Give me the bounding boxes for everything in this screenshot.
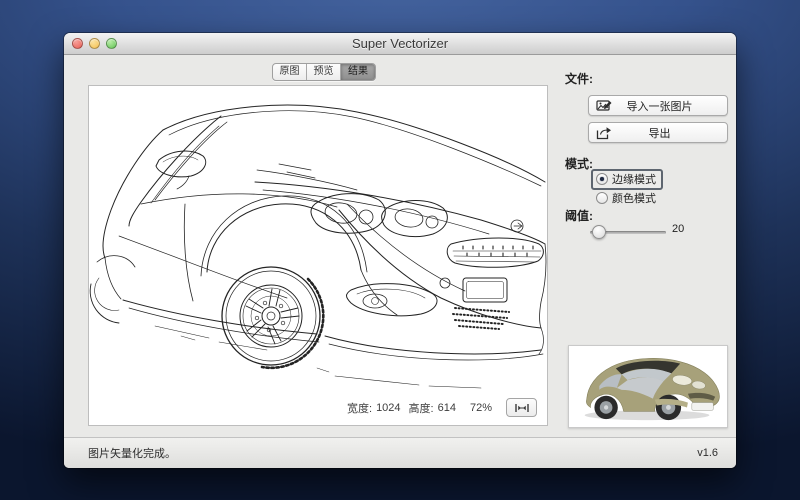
view-tabs: 原图 预览 结果: [272, 63, 376, 81]
slider-knob[interactable]: [592, 225, 606, 239]
threshold-value: 20: [672, 223, 684, 235]
status-message: 图片矢量化完成。: [88, 445, 176, 461]
height-label: 高度:: [409, 400, 434, 416]
status-bar: 图片矢量化完成。 v1.6: [64, 437, 736, 468]
radio-color-mode[interactable]: 颜色模式: [596, 190, 656, 206]
image-picture-icon: [596, 99, 614, 113]
app-window: Super Vectorizer 原图 预览 结果: [64, 33, 736, 468]
radio-edge-mode[interactable]: 边缘模式: [591, 169, 663, 190]
original-car-photo: [572, 349, 724, 424]
mode-section-label: 模式:: [565, 155, 593, 172]
export-button-label: 导出: [614, 125, 705, 141]
radio-selected-icon: [596, 173, 608, 185]
export-button[interactable]: 导出: [588, 122, 728, 143]
share-export-icon: [596, 126, 614, 140]
image-info: 宽度: 1024 高度: 614 72%: [347, 398, 537, 417]
edge-mode-label: 边缘模式: [612, 171, 656, 187]
app-version: v1.6: [697, 447, 718, 459]
width-label: 宽度:: [347, 400, 372, 416]
threshold-slider[interactable]: [590, 225, 666, 239]
file-section-label: 文件:: [565, 70, 593, 87]
radio-unselected-icon: [596, 192, 608, 204]
zoom-level: 72%: [470, 402, 492, 414]
vectorized-car-drawing: [89, 86, 547, 425]
import-image-button[interactable]: 导入一张图片: [588, 95, 728, 116]
tab-result[interactable]: 结果: [341, 64, 375, 80]
result-canvas[interactable]: 宽度: 1024 高度: 614 72%: [88, 85, 548, 426]
fit-to-window-button[interactable]: [506, 398, 537, 417]
threshold-section-label: 阈值:: [565, 207, 593, 224]
height-value: 614: [438, 402, 456, 414]
window-title: Super Vectorizer: [64, 33, 736, 55]
import-button-label: 导入一张图片: [614, 98, 705, 114]
title-bar[interactable]: Super Vectorizer: [64, 33, 736, 55]
tab-original[interactable]: 原图: [273, 64, 307, 80]
fit-to-window-icon: [514, 403, 530, 413]
original-image-thumbnail[interactable]: [568, 345, 728, 428]
width-value: 1024: [376, 402, 400, 414]
tab-preview[interactable]: 预览: [307, 64, 341, 80]
color-mode-label: 颜色模式: [612, 190, 656, 206]
